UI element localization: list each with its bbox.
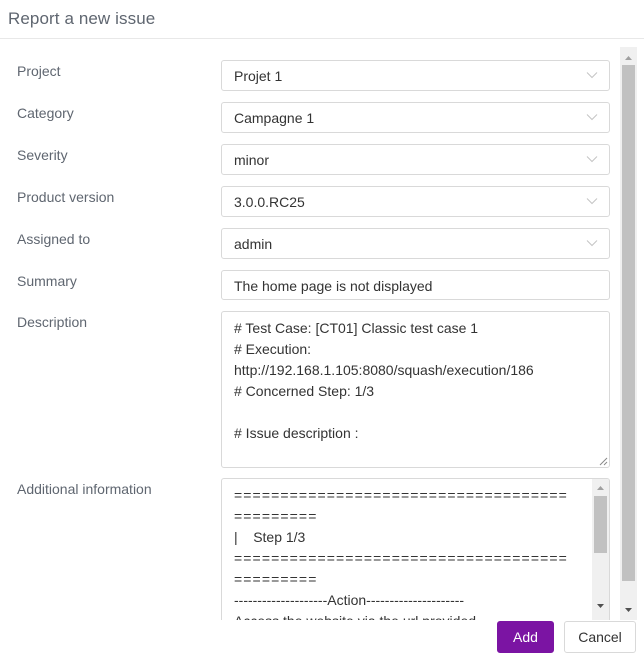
additional-info-scrollbar[interactable] bbox=[592, 479, 609, 620]
additional-info-line: Access the website via the url provided bbox=[234, 613, 476, 620]
description-line: # Test Case: [CT01] Classic test case 1 bbox=[234, 320, 479, 336]
description-line: # Issue description : bbox=[234, 425, 359, 441]
add-button[interactable]: Add bbox=[497, 621, 554, 653]
additional-info-line: ========= bbox=[234, 571, 318, 587]
chevron-down-icon bbox=[586, 114, 598, 121]
category-select[interactable]: Campagne 1 bbox=[221, 102, 610, 133]
dialog-scrollbar[interactable] bbox=[620, 47, 637, 620]
product-version-select[interactable]: 3.0.0.RC25 bbox=[221, 186, 610, 217]
summary-value: The home page is not displayed bbox=[234, 278, 433, 294]
project-select[interactable]: Projet 1 bbox=[221, 60, 610, 91]
category-label: Category bbox=[17, 105, 74, 121]
product-version-value: 3.0.0.RC25 bbox=[234, 194, 305, 210]
chevron-down-icon bbox=[586, 156, 598, 163]
assigned-to-label: Assigned to bbox=[17, 231, 91, 247]
scrollbar-thumb[interactable] bbox=[594, 496, 607, 553]
category-value: Campagne 1 bbox=[234, 110, 315, 126]
project-label: Project bbox=[17, 63, 61, 79]
additional-info-line: ==================================== bbox=[234, 550, 568, 566]
description-textarea[interactable]: # Test Case: [CT01] Classic test case 1 … bbox=[221, 311, 610, 468]
assigned-to-value: admin bbox=[234, 236, 273, 252]
description-line: # Concerned Step: 1/3 bbox=[234, 383, 375, 399]
resize-grip-icon[interactable] bbox=[599, 457, 608, 466]
description-line: http://192.168.1.105:8080/squash/executi… bbox=[234, 362, 534, 378]
dialog-header: Report a new issue bbox=[0, 0, 644, 39]
scroll-up-icon[interactable] bbox=[592, 481, 609, 495]
project-value: Projet 1 bbox=[234, 68, 283, 84]
additional-info-line: --------------------Action--------------… bbox=[234, 592, 465, 608]
summary-input[interactable]: The home page is not displayed bbox=[221, 270, 610, 300]
dialog-title: Report a new issue bbox=[8, 9, 156, 28]
description-label: Description bbox=[17, 314, 88, 330]
severity-label: Severity bbox=[17, 147, 68, 163]
summary-label: Summary bbox=[17, 273, 77, 289]
additional-information-textarea[interactable]: ==================================== ===… bbox=[221, 478, 610, 620]
cancel-button[interactable]: Cancel bbox=[564, 621, 636, 653]
severity-value: minor bbox=[234, 152, 270, 168]
assigned-to-select[interactable]: admin bbox=[221, 228, 610, 259]
product-version-label: Product version bbox=[17, 189, 115, 205]
chevron-down-icon bbox=[586, 240, 598, 247]
additional-info-line: ========= bbox=[234, 508, 318, 524]
additional-info-line: | Step 1/3 bbox=[234, 529, 306, 545]
scroll-down-icon[interactable] bbox=[620, 603, 637, 617]
description-line: # Execution: bbox=[234, 341, 312, 357]
scrollbar-thumb[interactable] bbox=[622, 65, 635, 581]
dialog-body: Project Projet 1 Category Campagne 1 Sev… bbox=[0, 40, 644, 620]
chevron-down-icon bbox=[586, 198, 598, 205]
additional-info-line: ==================================== bbox=[234, 487, 568, 503]
scroll-up-icon[interactable] bbox=[620, 51, 637, 65]
severity-select[interactable]: minor bbox=[221, 144, 610, 175]
scroll-down-icon[interactable] bbox=[592, 599, 609, 613]
additional-information-label: Additional information bbox=[17, 481, 152, 497]
chevron-down-icon bbox=[586, 72, 598, 79]
